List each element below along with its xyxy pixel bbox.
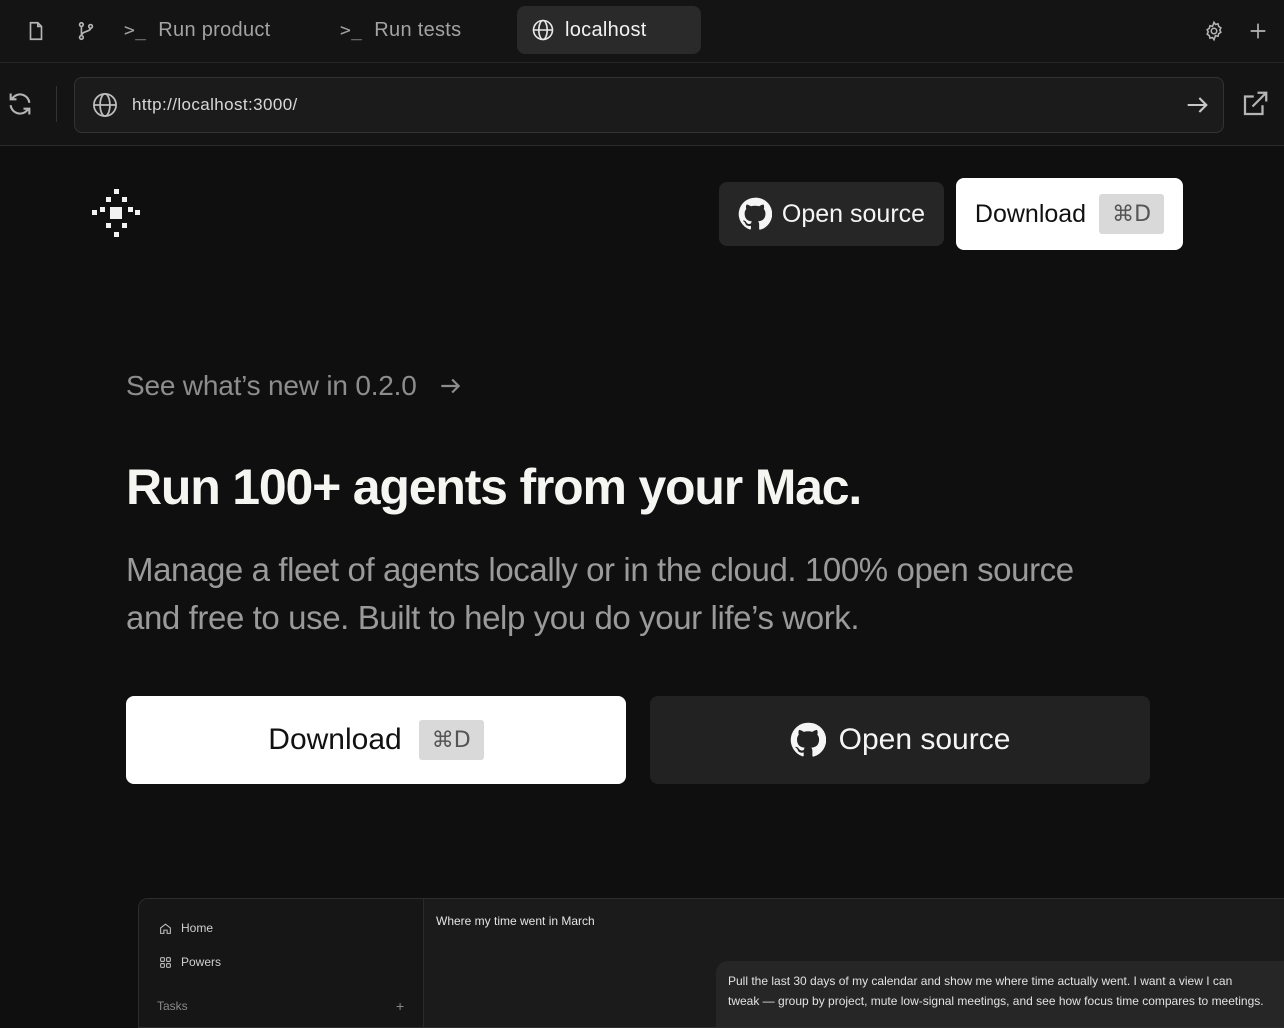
git-branch-icon[interactable] — [71, 16, 101, 46]
whats-new-link[interactable]: See what’s new in 0.2.0 — [126, 370, 463, 402]
tab-localhost[interactable]: localhost — [517, 6, 701, 54]
tab-label: Run tests — [374, 18, 462, 41]
tab-bar: >_ Run product >_ Run tests localhost — [0, 0, 1284, 63]
download-label: Download — [268, 723, 402, 756]
message-line: tweak — group by project, mute low-signa… — [728, 994, 1264, 1008]
shortcut-badge: ⌘D — [1099, 194, 1165, 234]
tab-label: localhost — [565, 18, 647, 41]
globe-icon — [93, 93, 117, 117]
preview-sidebar: Home Powers Tasks + — [139, 899, 424, 1027]
logo[interactable] — [92, 189, 140, 237]
message-line: Pull the last 30 days of my calendar and… — [728, 974, 1233, 988]
shortcut-badge: ⌘D — [418, 720, 484, 760]
arrow-right-icon[interactable] — [1183, 91, 1211, 119]
sidebar-item-label: Home — [181, 921, 214, 935]
subheadline: Manage a fleet of agents locally or in t… — [126, 546, 1126, 642]
external-link-icon[interactable] — [1240, 89, 1270, 119]
divider — [56, 86, 57, 122]
sidebar-item-powers: Powers — [159, 955, 221, 969]
grid-icon — [160, 956, 171, 968]
page-title: Run 100+ agents from your Mac. — [126, 459, 862, 515]
tab-run-product[interactable]: >_ Run product — [124, 6, 271, 54]
github-icon — [790, 722, 826, 757]
home-icon — [160, 922, 171, 934]
subheadline-line: and free to use. Built to help you do yo… — [126, 599, 860, 636]
sidebar-item-home: Home — [159, 921, 213, 935]
open-source-button[interactable]: Open source — [719, 182, 944, 246]
conversation-title: Where my time went in March — [436, 914, 595, 928]
open-source-label: Open source — [781, 199, 926, 228]
url-input[interactable]: http://localhost:3000/ — [74, 77, 1224, 133]
reload-icon[interactable] — [5, 89, 35, 119]
hero-download-button[interactable]: Download ⌘D — [126, 696, 626, 784]
terminal-icon: >_ — [340, 19, 363, 41]
url-text: http://localhost:3000/ — [132, 95, 298, 114]
tasks-heading: Tasks — [157, 999, 188, 1013]
sidebar-item-label: Powers — [181, 955, 222, 969]
download-label: Download — [974, 199, 1087, 228]
open-source-label: Open source — [838, 723, 1011, 756]
gear-icon[interactable] — [1199, 16, 1229, 46]
message-bubble: Pull the last 30 days of my calendar and… — [716, 961, 1284, 1027]
arrow-right-icon — [440, 378, 460, 394]
tab-label: Run product — [158, 18, 271, 41]
github-icon — [738, 197, 772, 230]
app-preview: Home Powers Tasks + Where my time went i… — [138, 898, 1284, 1028]
hero-open-source-button[interactable]: Open source — [650, 696, 1150, 784]
file-icon[interactable] — [21, 16, 51, 46]
plus-icon[interactable] — [1243, 16, 1273, 46]
terminal-icon: >_ — [124, 19, 147, 41]
tab-run-tests[interactable]: >_ Run tests — [340, 6, 461, 54]
globe-icon — [532, 19, 554, 41]
subheadline-line: Manage a fleet of agents locally or in t… — [126, 551, 1074, 588]
download-button[interactable]: Download ⌘D — [956, 178, 1183, 250]
whats-new-label: See what’s new in 0.2.0 — [126, 370, 417, 401]
